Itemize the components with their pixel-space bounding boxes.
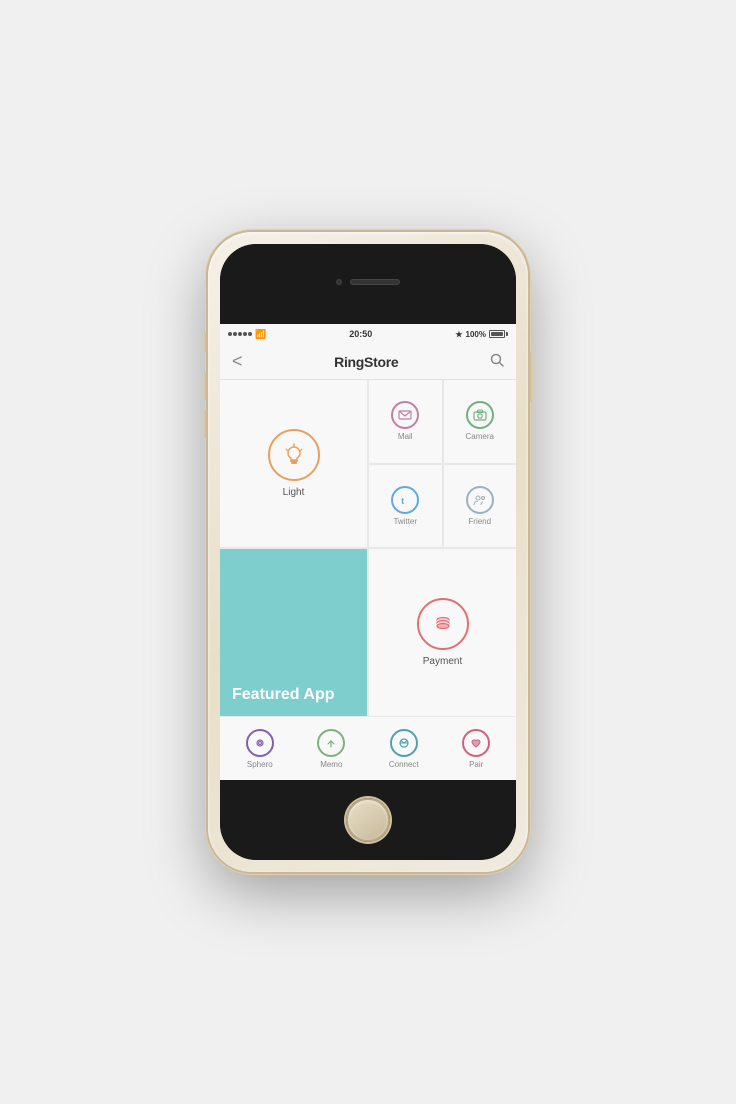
- front-camera: [336, 279, 342, 285]
- pair-app-cell[interactable]: Pair: [462, 729, 490, 769]
- top-bezel: [220, 244, 516, 324]
- twitter-app-label: Twitter: [393, 517, 417, 526]
- payment-app-cell[interactable]: Payment: [369, 549, 516, 716]
- payment-icon-circle: [417, 598, 469, 650]
- mail-app-label: Mail: [398, 432, 413, 441]
- bluetooth-icon: ★: [455, 330, 462, 339]
- screen: 📶 20:50 ★ 100% < RingStore: [220, 324, 516, 780]
- volume-up-button: [203, 372, 207, 400]
- phone-frame: 📶 20:50 ★ 100% < RingStore: [208, 232, 528, 872]
- memo-app-label: Memo: [320, 760, 342, 769]
- featured-app-cell[interactable]: Featured App: [220, 549, 367, 716]
- sphero-app-label: Sphero: [247, 760, 273, 769]
- search-icon[interactable]: [490, 353, 504, 370]
- battery-percent: 100%: [466, 330, 486, 339]
- memo-app-cell[interactable]: Memo: [317, 729, 345, 769]
- connect-app-cell[interactable]: Connect: [389, 729, 419, 769]
- friend-app-label: Friend: [468, 517, 491, 526]
- camera-icon-circle: [466, 401, 494, 429]
- small-apps-grid: Mail Camera: [369, 380, 516, 547]
- status-left: 📶: [228, 329, 266, 340]
- camera-app-cell[interactable]: Camera: [444, 380, 517, 463]
- volume-down-button: [203, 410, 207, 438]
- home-button[interactable]: [346, 798, 390, 842]
- status-bar: 📶 20:50 ★ 100%: [220, 324, 516, 344]
- memo-icon-circle: [317, 729, 345, 757]
- light-app-cell[interactable]: Light: [220, 380, 367, 547]
- bottom-icons-row: Sphero Memo: [220, 716, 516, 780]
- page-title: RingStore: [334, 354, 398, 370]
- friend-icon-circle: [466, 486, 494, 514]
- signal-bars: [228, 332, 252, 336]
- bottom-bezel: [220, 780, 516, 860]
- phone-screen: 📶 20:50 ★ 100% < RingStore: [220, 244, 516, 860]
- sphero-icon-circle: [246, 729, 274, 757]
- status-right: ★ 100%: [455, 330, 508, 339]
- connect-app-label: Connect: [389, 760, 419, 769]
- mail-icon-circle: [391, 401, 419, 429]
- camera-app-label: Camera: [466, 432, 494, 441]
- friend-app-cell[interactable]: Friend: [444, 465, 517, 548]
- light-app-label: Light: [283, 487, 305, 498]
- svg-text:t: t: [401, 496, 405, 507]
- power-button: [529, 352, 533, 402]
- sphero-app-cell[interactable]: Sphero: [246, 729, 274, 769]
- navigation-bar: < RingStore: [220, 344, 516, 380]
- twitter-icon-circle: t: [391, 486, 419, 514]
- mail-app-cell[interactable]: Mail: [369, 380, 442, 463]
- mute-button: [203, 332, 207, 352]
- status-time: 20:50: [349, 329, 372, 339]
- featured-app-label: Featured App: [232, 685, 335, 704]
- connect-icon-circle: [390, 729, 418, 757]
- pair-app-label: Pair: [469, 760, 483, 769]
- wifi-icon: 📶: [255, 329, 266, 340]
- speaker: [350, 279, 400, 285]
- back-button[interactable]: <: [232, 351, 243, 372]
- light-icon-circle: [268, 429, 320, 481]
- payment-app-label: Payment: [423, 656, 462, 667]
- battery-icon: [489, 330, 508, 338]
- app-grid: Light Mail: [220, 380, 516, 716]
- pair-icon-circle: [462, 729, 490, 757]
- twitter-app-cell[interactable]: t Twitter: [369, 465, 442, 548]
